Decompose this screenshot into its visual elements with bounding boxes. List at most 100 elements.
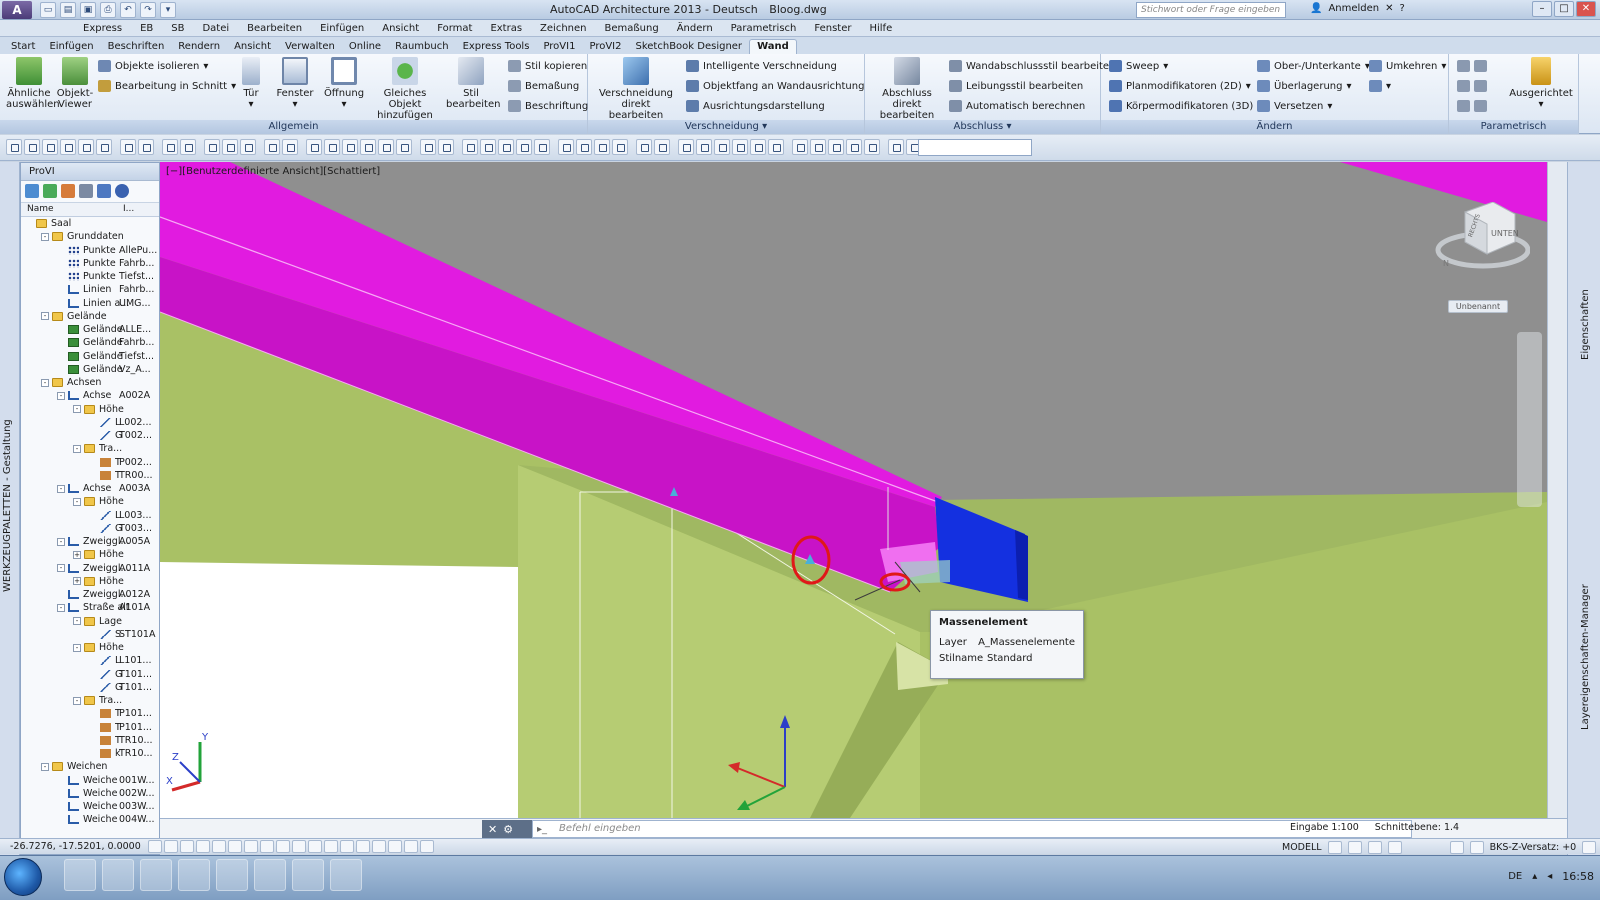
toolbar-tool-icon[interactable] xyxy=(396,139,412,155)
toolbar-tool-icon[interactable] xyxy=(162,139,178,155)
alignment-display-button[interactable]: Ausrichtungsdarstellung xyxy=(686,100,825,112)
collapse-icon[interactable]: - xyxy=(57,391,65,400)
toolbar-tool-icon[interactable] xyxy=(792,139,808,155)
tree-item[interactable]: Weiche 004W... xyxy=(21,813,159,826)
constraint-row-1[interactable] xyxy=(1457,60,1487,72)
drafting-toggle-icon[interactable] xyxy=(372,840,386,853)
chrome-icon[interactable] xyxy=(102,859,134,891)
qat-dropdown-icon[interactable]: ▾ xyxy=(160,2,176,18)
layout-icon[interactable] xyxy=(1327,841,1342,854)
drafting-toggle-icon[interactable] xyxy=(292,840,306,853)
expand-icon[interactable]: + xyxy=(73,550,81,559)
toolbar-tool-icon[interactable] xyxy=(480,139,496,155)
tree-item[interactable]: T TR00... xyxy=(21,469,159,482)
toolbar-tool-icon[interactable] xyxy=(42,139,58,155)
collapse-icon[interactable]: - xyxy=(57,537,65,546)
users-icon[interactable] xyxy=(61,184,75,198)
aligned-button[interactable]: Ausgerichtet ▾ xyxy=(1509,57,1573,110)
toolbar-tool-icon[interactable] xyxy=(222,139,238,155)
panel-title-verschneidung[interactable]: Verschneidung ▾ xyxy=(588,120,864,134)
maximize-button[interactable]: □ xyxy=(1554,1,1574,17)
drafting-toggle-icon[interactable] xyxy=(180,840,194,853)
annotation-button[interactable]: Beschriftung xyxy=(508,100,588,112)
collapse-icon[interactable]: - xyxy=(73,617,81,626)
tree-item[interactable]: Saal xyxy=(21,217,159,230)
toolbar-tool-icon[interactable] xyxy=(594,139,610,155)
outlook-icon[interactable] xyxy=(178,859,210,891)
redo-icon[interactable]: ↷ xyxy=(140,2,156,18)
toolbar-tool-icon[interactable] xyxy=(264,139,280,155)
door-button[interactable]: Tür ▾ xyxy=(236,57,266,110)
menu-item[interactable]: Extras xyxy=(481,23,531,34)
ribbon-tab[interactable]: Express Tools xyxy=(456,40,537,54)
tree-item[interactable]: - Zweiggl... A011A xyxy=(21,562,159,575)
tree-item[interactable]: - Gelände xyxy=(21,310,159,323)
tree-item[interactable]: S ST101A xyxy=(21,628,159,641)
tree-item[interactable]: Zweiggl... A012A xyxy=(21,588,159,601)
menu-item[interactable]: EB xyxy=(131,23,162,34)
toolbar-tool-icon[interactable] xyxy=(60,139,76,155)
tree-item[interactable]: - Zweiggl... A005A xyxy=(21,535,159,548)
toolbar-tool-icon[interactable] xyxy=(240,139,256,155)
toolbar-tool-icon[interactable] xyxy=(204,139,220,155)
layout-icon[interactable] xyxy=(1347,841,1362,854)
drafting-toggle-icon[interactable] xyxy=(196,840,210,853)
toolbar-tool-icon[interactable] xyxy=(306,139,322,155)
collapse-icon[interactable]: - xyxy=(73,444,81,453)
drafting-toggle-icon[interactable] xyxy=(212,840,226,853)
opening-endcap-button[interactable]: Leibungsstil bearbeiten xyxy=(949,80,1083,92)
toolbar-tool-icon[interactable] xyxy=(24,139,40,155)
column-value[interactable]: I... xyxy=(117,203,157,216)
cleanup-direct-edit-button[interactable]: Verschneidung direkt bearbeiten xyxy=(596,57,676,121)
drawing-viewport[interactable]: Y Z X [−][Benutzerdefinierte Ansicht][Sc… xyxy=(160,162,1547,818)
tree-item[interactable]: Linien Fahrb... xyxy=(21,283,159,296)
toolbar-tool-icon[interactable] xyxy=(678,139,694,155)
drafting-toggle-icon[interactable] xyxy=(308,840,322,853)
collapse-icon[interactable]: - xyxy=(73,696,81,705)
collapse-icon[interactable]: - xyxy=(57,484,65,493)
wrench-icon[interactable]: ⚙ xyxy=(503,823,513,836)
tree-item[interactable]: - Weichen xyxy=(21,760,159,773)
application-menu-button[interactable]: A xyxy=(2,1,32,19)
tree-item[interactable]: - Tra... xyxy=(21,694,159,707)
toolbar-tool-icon[interactable] xyxy=(6,139,22,155)
tree-item[interactable]: Weiche 003W... xyxy=(21,800,159,813)
offset-button[interactable]: Versetzen ▾ xyxy=(1257,100,1332,112)
add-same-object-button[interactable]: Gleiches Objekt hinzufügen xyxy=(370,57,440,121)
opening-button[interactable]: Öffnung ▾ xyxy=(322,57,366,110)
collapse-icon[interactable]: - xyxy=(41,762,49,771)
tree-item[interactable]: L L101... xyxy=(21,654,159,667)
tree-item[interactable]: Weiche 001W... xyxy=(21,774,159,787)
tree-item[interactable]: - Achsen xyxy=(21,376,159,389)
drafting-toggle-icon[interactable] xyxy=(420,840,434,853)
coordinates[interactable]: -26.7276, -17.5201, 0.0000 xyxy=(10,841,141,852)
tree-item[interactable]: + Höhe xyxy=(21,575,159,588)
dimension-button[interactable]: Bemaßung xyxy=(508,80,579,92)
explorer-icon[interactable] xyxy=(140,859,172,891)
layout-icon[interactable] xyxy=(1367,841,1382,854)
exchange-icon[interactable]: ✕ xyxy=(1385,3,1393,14)
drafting-toggle-icon[interactable] xyxy=(340,840,354,853)
tree-item[interactable]: Punkte AllePu... xyxy=(21,244,159,257)
toolbar-tool-icon[interactable] xyxy=(846,139,862,155)
drafting-toggle-icon[interactable] xyxy=(404,840,418,853)
tree-item[interactable]: - Höhe xyxy=(21,495,159,508)
model-toggle[interactable]: MODELL xyxy=(1282,842,1322,853)
tree-item[interactable]: Weiche 002W... xyxy=(21,787,159,800)
tree-item[interactable]: Gelände Vz_A... xyxy=(21,363,159,376)
menu-item[interactable]: Bemaßung xyxy=(596,23,668,34)
tree-item[interactable]: - Grunddaten xyxy=(21,230,159,243)
collapse-icon[interactable]: - xyxy=(41,312,49,321)
ucs-menu[interactable]: Unbenannt xyxy=(1448,300,1508,313)
lock-icon[interactable] xyxy=(1469,841,1484,854)
tree-item[interactable]: - Höhe xyxy=(21,641,159,654)
word-icon[interactable] xyxy=(254,859,286,891)
new-icon[interactable]: ▭ xyxy=(40,2,56,18)
isolate-objects-button[interactable]: Objekte isolieren ▾ xyxy=(98,60,208,72)
toolbar-tool-icon[interactable] xyxy=(138,139,154,155)
toolbar-tool-icon[interactable] xyxy=(768,139,784,155)
close-icon[interactable]: ✕ xyxy=(488,823,497,836)
panel-title-parametrisch[interactable]: Parametrisch xyxy=(1449,120,1578,134)
tree-item[interactable]: G T003... xyxy=(21,522,159,535)
ribbon-tab[interactable]: ProVI2 xyxy=(582,40,628,54)
